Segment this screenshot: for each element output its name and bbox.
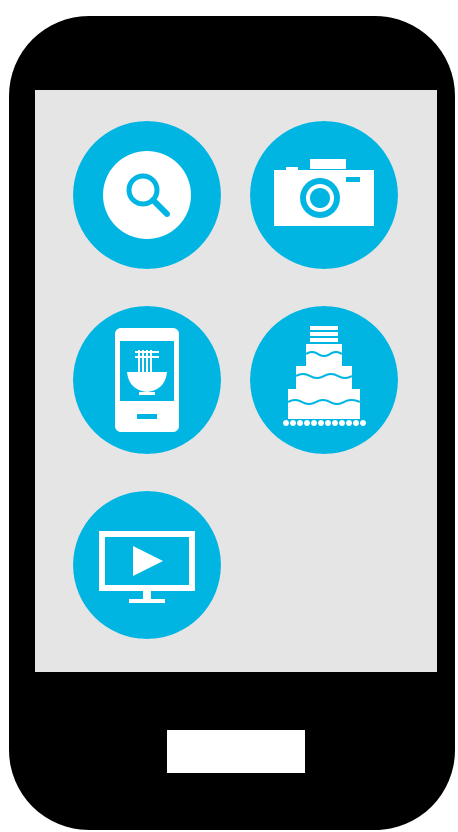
cake-icon: [250, 306, 398, 454]
search-icon: [73, 121, 221, 269]
food-order-icon: [73, 306, 221, 454]
camera-app-button[interactable]: [250, 121, 398, 269]
food-order-app-button[interactable]: [73, 306, 221, 454]
cake-app-button[interactable]: [250, 306, 398, 454]
search-app-button[interactable]: [73, 121, 221, 269]
camera-icon: [250, 121, 398, 269]
video-player-app-button[interactable]: [73, 491, 221, 639]
video-player-icon: [73, 491, 221, 639]
home-button[interactable]: [167, 730, 305, 773]
